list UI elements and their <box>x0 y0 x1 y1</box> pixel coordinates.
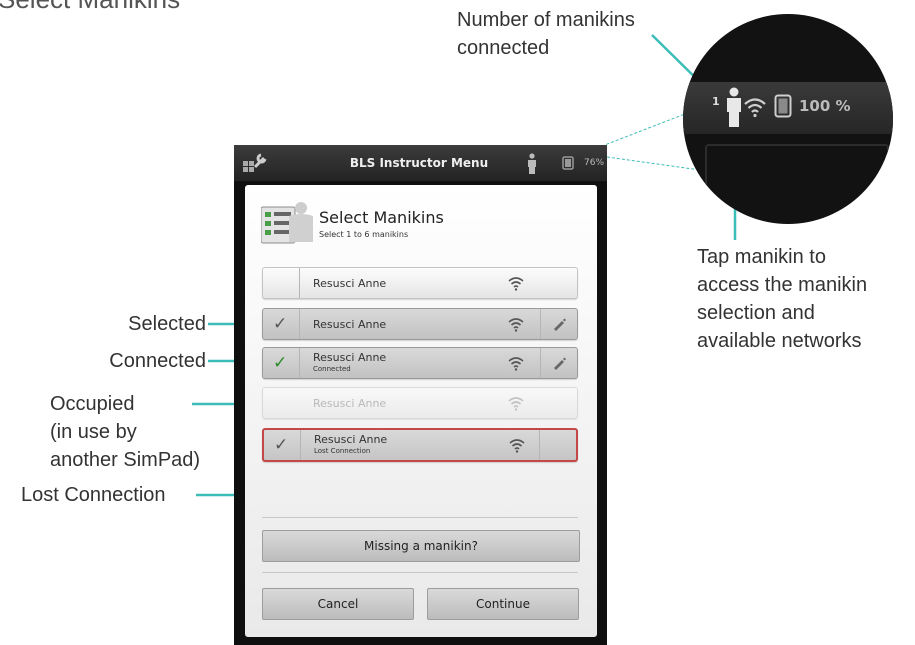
dialog-subtitle: Select 1 to 6 manikins <box>319 230 409 239</box>
wifi-icon <box>509 439 525 453</box>
app-title: BLS Instructor Menu <box>349 156 489 170</box>
callout-lost-connection: Lost Connection <box>21 484 166 506</box>
callout-connected: Connected <box>109 350 206 372</box>
pencil-icon <box>554 318 566 331</box>
check-icon: ✓ <box>273 353 288 373</box>
manikin-row-connected[interactable]: ✓ Resusci Anne Connected <box>262 347 578 379</box>
wifi-icon <box>744 98 766 118</box>
wifi-icon <box>508 397 524 411</box>
callout-selected: Selected <box>128 313 206 335</box>
pencil-icon <box>554 357 566 370</box>
status-bar-magnifier: 1 100 % <box>683 14 893 224</box>
wifi-icon <box>508 277 524 291</box>
manikin-name: Resusci Anne <box>314 433 388 446</box>
manikin-icon[interactable] <box>526 153 538 175</box>
manikin-row-occupied: Resusci Anne <box>262 387 578 419</box>
select-manikins-dialog: Select Manikins Select 1 to 6 manikins R… <box>245 185 597 637</box>
top-bar: BLS Instructor Menu 76% <box>234 145 607 182</box>
divider <box>262 517 578 518</box>
callout-tap-manikin: Tap manikin to access the manikin select… <box>697 246 868 352</box>
divider <box>262 572 578 573</box>
manikin-list-icon <box>261 202 313 244</box>
dialog-title: Select Manikins <box>319 208 444 227</box>
edit-button[interactable] <box>540 348 577 378</box>
battery-level: 100 % <box>799 97 851 115</box>
battery-icon <box>562 156 574 170</box>
callout-number-connected: Number of manikins connected <box>457 9 635 59</box>
manikin-icon[interactable] <box>725 87 743 131</box>
manikin-name: Resusci Anne <box>313 318 387 331</box>
manikin-count: 1 <box>712 95 720 108</box>
battery-icon <box>774 94 792 118</box>
edit-slot <box>539 430 576 460</box>
checkbox <box>263 388 300 418</box>
manikin-status: Connected <box>313 365 351 373</box>
checkbox[interactable]: ✓ <box>264 430 301 460</box>
check-icon: ✓ <box>274 435 289 455</box>
manikin-name: Resusci Anne <box>313 277 387 290</box>
manikin-row-lost-connection[interactable]: ✓ Resusci Anne Lost Connection <box>262 428 578 462</box>
manikin-row-selected[interactable]: ✓ Resusci Anne <box>262 308 578 340</box>
manikin-row-available[interactable]: Resusci Anne <box>262 267 578 299</box>
battery-level: 76% <box>584 158 605 168</box>
manikin-name: Resusci Anne <box>313 397 387 410</box>
wifi-icon <box>508 318 524 332</box>
continue-button[interactable]: Continue <box>427 588 579 620</box>
check-icon: ✓ <box>273 314 288 334</box>
magnified-screen-edge <box>705 144 889 224</box>
simpad-device: BLS Instructor Menu 76% Select Manikins … <box>234 145 607 645</box>
manikin-name: Resusci Anne <box>313 351 387 364</box>
callout-occupied: Occupied (in use by another SimPad) <box>50 393 201 471</box>
tools-icon[interactable] <box>242 153 268 173</box>
missing-manikin-button[interactable]: Missing a manikin? <box>262 530 580 562</box>
checkbox[interactable] <box>263 268 300 298</box>
checkbox[interactable]: ✓ <box>263 348 300 378</box>
cancel-button[interactable]: Cancel <box>262 588 414 620</box>
checkbox[interactable]: ✓ <box>263 309 300 339</box>
manikin-status: Lost Connection <box>314 447 371 455</box>
edit-button[interactable] <box>540 309 577 339</box>
wifi-icon <box>508 357 524 371</box>
